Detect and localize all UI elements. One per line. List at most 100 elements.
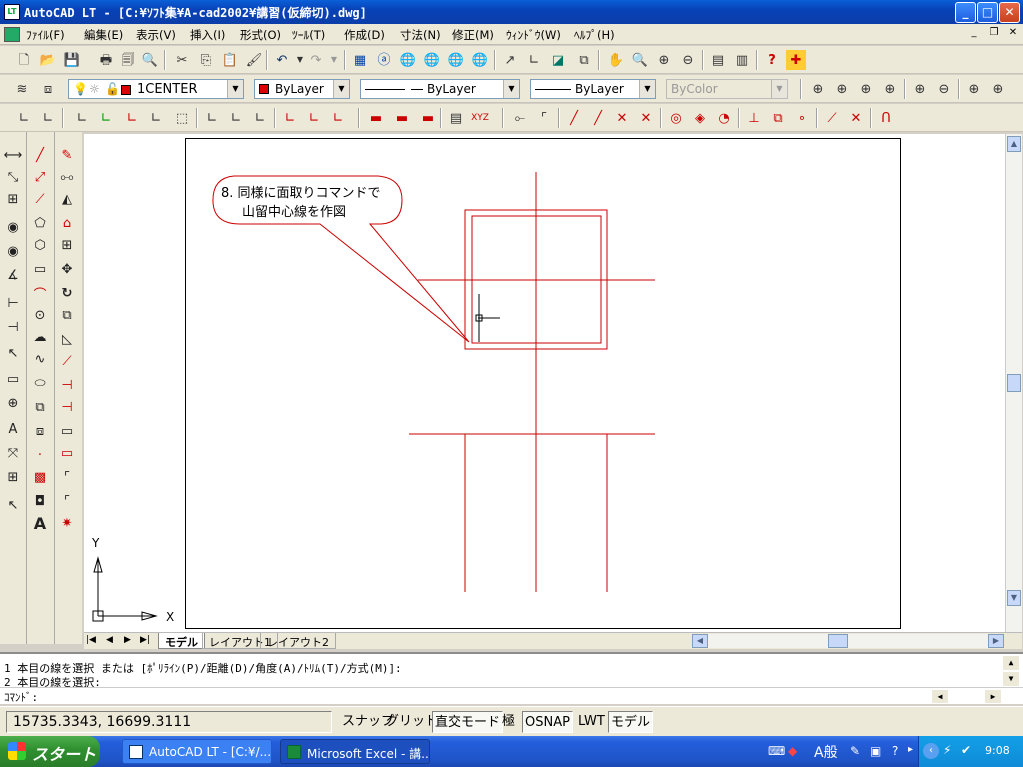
doc-minimize-icon[interactable]: _	[966, 27, 982, 41]
doc-icon[interactable]	[4, 27, 20, 42]
keyboard-icon[interactable]: ⌨	[768, 744, 785, 758]
tab-layout2[interactable]: レイアウト2	[260, 633, 336, 649]
named-views-icon[interactable]: ◪	[548, 50, 568, 70]
ime-settings-icon[interactable]: ✎	[850, 744, 860, 758]
drawing-canvas[interactable]: 8. 同様に面取りコマンドで 山留中心線を作図 Y X	[84, 134, 1005, 632]
chevron-down-icon[interactable]: ▼	[333, 80, 349, 98]
zoom-center-icon[interactable]: ⊕	[880, 79, 900, 99]
menu-tools[interactable]: ﾂｰﾙ(T)	[292, 27, 325, 43]
dim-continue-tool-icon[interactable]: ⊣	[2, 316, 24, 338]
cut-icon[interactable]: ✂	[172, 50, 192, 70]
tab-nav-next-icon[interactable]: ▶	[124, 635, 131, 645]
zoom-window-icon[interactable]: ⊕	[808, 79, 828, 99]
array-tool-icon[interactable]: ⊞	[56, 234, 78, 256]
insert-block-tool-icon[interactable]: ⧉	[29, 396, 51, 418]
scale-tool-icon[interactable]: ⧉	[56, 304, 78, 326]
make-block-tool-icon[interactable]: ⧈	[29, 420, 51, 442]
trim-tool-icon[interactable]: ⊣	[56, 374, 78, 396]
preview-icon[interactable]: 🗐	[118, 50, 138, 70]
dim-aligned-icon[interactable]: ▬	[392, 108, 412, 128]
tolerance-tool-icon[interactable]: ▭	[2, 368, 24, 390]
ucs-icon[interactable]: ∟	[524, 50, 544, 70]
mtext-tool-icon[interactable]: A	[29, 512, 51, 534]
zoom-in-icon[interactable]: ⊕	[910, 79, 930, 99]
polygon2-tool-icon[interactable]: ⬡	[29, 234, 51, 256]
ucs-origin-icon[interactable]: ∟	[146, 108, 166, 128]
doc-close-icon[interactable]: ✕	[1005, 27, 1021, 41]
hscroll-thumb[interactable]	[828, 634, 848, 648]
center-mark-tool-icon[interactable]: ⊕	[2, 392, 24, 414]
cmd-hscroll-left-icon[interactable]: ◀	[932, 690, 948, 703]
hatch-tool-icon[interactable]: ▩	[29, 466, 51, 488]
chevron-down-icon[interactable]: ▼	[639, 80, 655, 98]
tab-model[interactable]: モデル	[158, 633, 205, 649]
rectangle-tool-icon[interactable]: ▭	[29, 258, 51, 280]
start-button[interactable]: スタート	[0, 736, 100, 767]
ucs-previous-icon[interactable]: ∟	[38, 108, 58, 128]
distance-icon[interactable]: ↗	[500, 50, 520, 70]
hscroll-right-icon[interactable]: ▶	[988, 634, 1004, 648]
browse-icon[interactable]: 🌐	[470, 50, 490, 70]
chevron-down-icon[interactable]: ▼	[503, 80, 519, 98]
menu-modify[interactable]: 修正(M)	[452, 27, 494, 43]
globe-icon[interactable]: 🌐	[398, 50, 418, 70]
tab-nav-prev-icon[interactable]: ◀	[106, 635, 113, 645]
snap-midpoint-icon[interactable]: ╱	[588, 108, 608, 128]
dim-text-edit-tool-icon[interactable]: ⤧	[2, 442, 24, 464]
paste-icon[interactable]: 📋	[220, 50, 240, 70]
tray-expand-icon[interactable]: ‹	[923, 743, 939, 759]
tab-nav-first-icon[interactable]: |◀	[86, 635, 96, 645]
text-style-icon[interactable]: ▤	[446, 108, 466, 128]
cmd-scroll-up-icon[interactable]: ▲	[1003, 656, 1019, 670]
dim-aligned-tool-icon[interactable]: ⤡	[2, 166, 24, 188]
menu-insert[interactable]: 挿入(I)	[190, 27, 225, 43]
doc-restore-icon[interactable]: ❐	[986, 27, 1002, 41]
snap-perpendicular-icon[interactable]: ⊥	[744, 108, 764, 128]
ucs-preset-icon[interactable]: ∟	[328, 108, 348, 128]
layer-manager-icon[interactable]: ≋	[12, 79, 32, 99]
redo-icon[interactable]: ↷	[306, 50, 326, 70]
open-icon[interactable]: 📂	[38, 50, 58, 70]
redo-dropdown-icon[interactable]: ▼	[324, 50, 344, 70]
dim-diameter-tool-icon[interactable]: ◉	[2, 240, 24, 262]
express-tools-icon[interactable]: ✚	[786, 50, 806, 70]
command-window[interactable]: 1 本目の線を選択 または [ﾎﾟﾘﾗｲﾝ(P)/距離(D)/角度(A)/ﾄﾘﾑ…	[0, 652, 1023, 704]
lwt-toggle[interactable]: LWT	[576, 711, 607, 733]
menu-format[interactable]: 形式(O)	[240, 27, 281, 43]
hyperlink-icon[interactable]: 🌐	[446, 50, 466, 70]
vertical-scrollbar[interactable]: ▲ ▼	[1005, 134, 1022, 632]
scroll-thumb[interactable]	[1007, 374, 1021, 392]
cmd-hscroll-right-icon[interactable]: ▶	[985, 690, 1001, 703]
move-tool-icon[interactable]: ✥	[56, 258, 78, 280]
ucs-object-icon[interactable]: ∟	[96, 108, 116, 128]
dim-style-icon[interactable]: ▬	[418, 108, 438, 128]
menu-view[interactable]: 表示(V)	[136, 27, 176, 43]
cmd-scroll-down-icon[interactable]: ▼	[1003, 672, 1019, 686]
hscroll-left-icon[interactable]: ◀	[692, 634, 708, 648]
break-tool-icon[interactable]: ▭	[56, 442, 78, 464]
osnap-settings-icon[interactable]: Ո	[876, 108, 896, 128]
clock[interactable]: 9:08	[985, 744, 1010, 757]
dim-angular-tool-icon[interactable]: ∡	[2, 264, 24, 286]
find-icon[interactable]: 🔍	[140, 50, 160, 70]
snap-intersection-icon[interactable]: ✕	[612, 108, 632, 128]
new-icon[interactable]: 🗋	[14, 50, 34, 70]
temp-track-icon[interactable]: ⟜	[510, 108, 530, 128]
zoom-scale-icon[interactable]: ⊕	[856, 79, 876, 99]
zoom-previous-icon[interactable]: ⊖	[678, 50, 698, 70]
snap-node-icon[interactable]: ∘	[792, 108, 812, 128]
web-icon[interactable]: ⓐ	[374, 50, 394, 70]
tab-nav-last-icon[interactable]: ▶|	[140, 635, 150, 645]
snap-apparent-icon[interactable]: ✕	[636, 108, 656, 128]
app-icon[interactable]: LT	[4, 4, 20, 20]
ellipse-tool-icon[interactable]: ⬭	[29, 372, 51, 394]
mirror-tool-icon[interactable]: ◭	[56, 188, 78, 210]
design-center-icon[interactable]: ▦	[350, 50, 370, 70]
zoom-all-icon[interactable]: ⊕	[964, 79, 984, 99]
polyline-tool-icon[interactable]: ⟋	[29, 188, 51, 210]
snap-center-icon[interactable]: ◎	[666, 108, 686, 128]
ucs-world-icon[interactable]: ∟	[14, 108, 34, 128]
ime-mode[interactable]: A般	[814, 742, 838, 762]
zoom-window-icon[interactable]: ⊕	[654, 50, 674, 70]
lengthen-tool-icon[interactable]: ⟋	[56, 350, 78, 372]
